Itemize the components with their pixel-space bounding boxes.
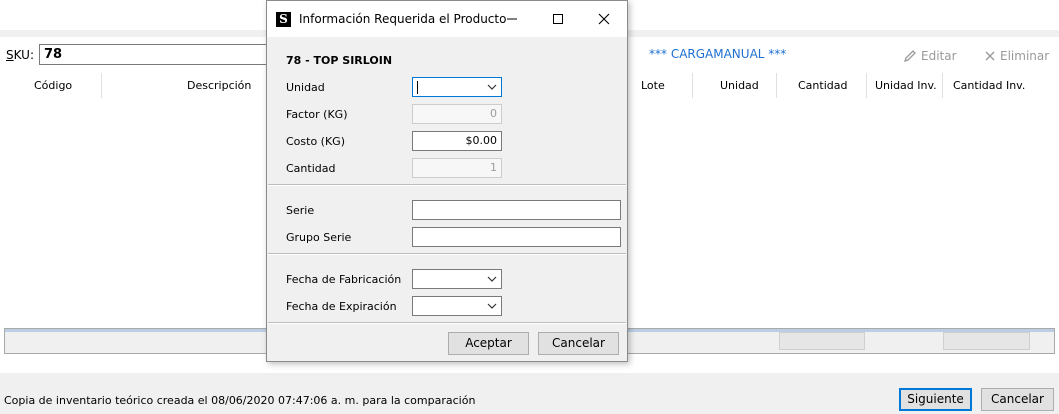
close-button[interactable] [581, 1, 627, 37]
cantidad-field: 1 [412, 158, 502, 178]
fecha-expiracion-picker[interactable] [412, 296, 502, 316]
serie-label: Serie [286, 204, 315, 217]
maximize-button[interactable] [535, 1, 581, 37]
column-header-cantidad-inv[interactable]: Cantidad Inv. [953, 79, 1025, 92]
column-separator [692, 73, 693, 98]
divider-highlight [268, 323, 626, 324]
factor-field: 0 [412, 104, 502, 124]
grupo-serie-label: Grupo Serie [286, 231, 352, 244]
minimize-button[interactable] [489, 1, 535, 37]
cancel-main-label: Cancelar [991, 392, 1044, 406]
cancel-button[interactable]: Cancelar [538, 332, 619, 355]
edit-label: Editar [921, 49, 957, 63]
cancel-label: Cancelar [552, 336, 605, 350]
fecha-fabricacion-picker[interactable] [412, 269, 502, 289]
accept-button[interactable]: Aceptar [448, 332, 529, 355]
column-separator [101, 73, 102, 98]
column-header-descripcion[interactable]: Descripción [187, 79, 251, 92]
unidad-label: Unidad [286, 81, 325, 94]
column-header-unidad-inv[interactable]: Unidad Inv. [875, 79, 937, 92]
costo-label: Costo (KG) [286, 135, 346, 148]
cantidad-label: Cantidad [286, 162, 336, 175]
sku-input[interactable]: 78 [39, 44, 279, 65]
maximize-icon [553, 14, 563, 24]
column-separator [942, 73, 943, 98]
grupo-serie-input[interactable] [412, 227, 621, 247]
column-header-codigo[interactable]: Código [34, 79, 72, 92]
column-header-lote[interactable]: Lote [641, 79, 665, 92]
dialog-titlebar[interactable]: S Información Requerida el Producto [267, 1, 627, 37]
carga-status-text: *** CARGAMANUAL *** [649, 47, 787, 61]
divider-highlight [268, 185, 626, 186]
accept-label: Aceptar [465, 336, 512, 350]
column-separator [776, 73, 777, 98]
factor-label: Factor (KG) [286, 108, 348, 121]
close-icon [598, 13, 610, 25]
total-cantidad-inv-cell [943, 332, 1030, 350]
column-header-cantidad[interactable]: Cantidad [798, 79, 847, 92]
minimize-icon [507, 18, 517, 20]
delete-label: Eliminar [1000, 49, 1050, 63]
status-text: Copia de inventario teórico creada el 08… [4, 394, 476, 407]
app-icon: S [276, 12, 291, 27]
column-separator [866, 73, 867, 98]
total-cantidad-cell [779, 332, 865, 350]
column-header-unidad[interactable]: Unidad [720, 79, 759, 92]
chevron-down-icon [487, 276, 497, 282]
pencil-icon [903, 50, 916, 63]
cancel-main-button[interactable]: Cancelar [981, 388, 1054, 411]
chevron-down-icon [487, 303, 497, 309]
costo-field[interactable]: $0.00 [412, 131, 502, 151]
next-label: Siguiente [907, 392, 964, 406]
delete-button[interactable]: Eliminar [984, 49, 1049, 63]
divider-highlight [268, 254, 626, 255]
sku-label: SKU: [6, 48, 34, 62]
unidad-select[interactable] [412, 77, 502, 97]
text-caret [417, 81, 418, 94]
close-icon [985, 51, 995, 61]
fecha-expiracion-label: Fecha de Expiración [286, 300, 397, 313]
next-button[interactable]: Siguiente [899, 388, 972, 411]
serie-input[interactable] [412, 200, 621, 220]
product-title: 78 - TOP SIRLOIN [286, 54, 393, 67]
fecha-fabricacion-label: Fecha de Fabricación [286, 273, 402, 286]
product-info-dialog: S Información Requerida el Producto 78 -… [266, 0, 628, 362]
dialog-title: Información Requerida el Producto [299, 12, 507, 26]
edit-button[interactable]: Editar [903, 49, 957, 63]
chevron-down-icon [487, 84, 497, 90]
